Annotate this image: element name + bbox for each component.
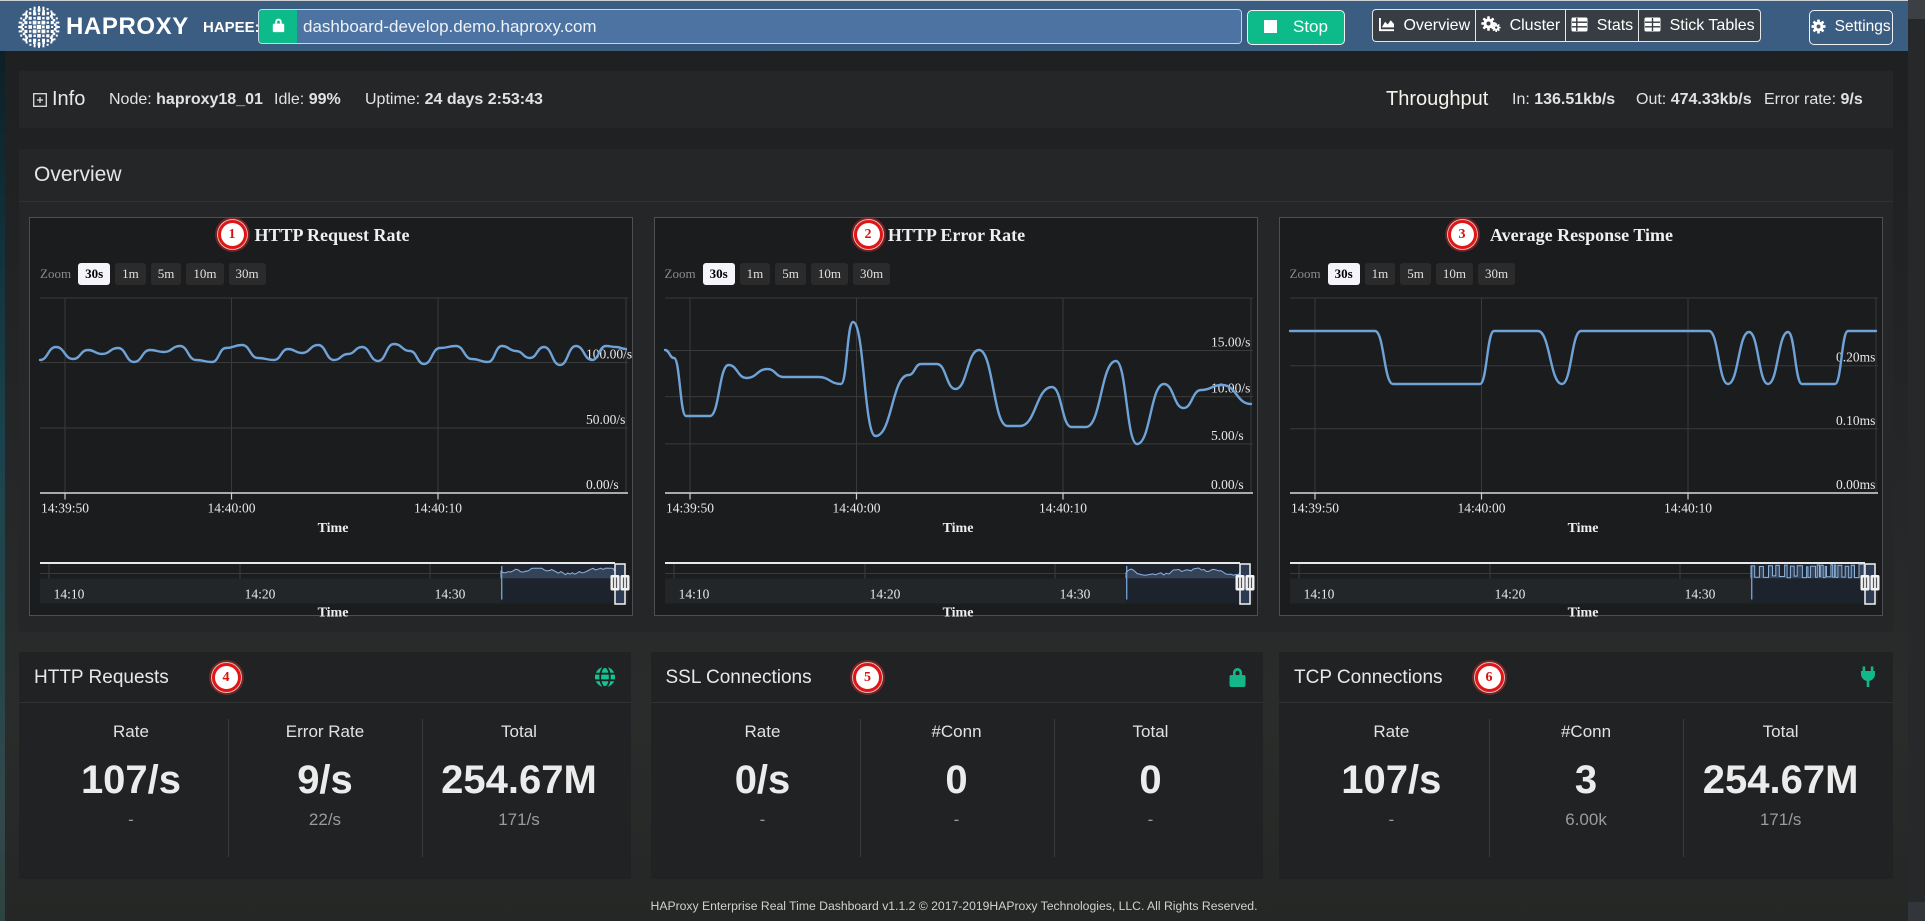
svg-text:14:40:10: 14:40:10: [1663, 501, 1711, 516]
svg-text:14:40:10: 14:40:10: [1038, 501, 1086, 516]
svg-text:14:40:00: 14:40:00: [832, 501, 880, 516]
svg-text:14:39:50: 14:39:50: [41, 501, 89, 516]
svg-text:14:30: 14:30: [1684, 587, 1715, 602]
svg-text:14:40:10: 14:40:10: [414, 501, 462, 516]
svg-text:Time: Time: [318, 521, 349, 536]
svg-text:0.00/s: 0.00/s: [1211, 477, 1244, 492]
svg-text:14:30: 14:30: [1059, 587, 1090, 602]
svg-text:14:40:00: 14:40:00: [1457, 501, 1505, 516]
svg-text:0.00ms: 0.00ms: [1836, 477, 1875, 492]
svg-text:50.00/s: 50.00/s: [586, 412, 625, 427]
svg-text:14:10: 14:10: [1303, 587, 1334, 602]
svg-text:Time: Time: [318, 606, 349, 621]
svg-text:14:20: 14:20: [869, 587, 900, 602]
svg-text:14:40:00: 14:40:00: [207, 501, 255, 516]
svg-text:0.00/s: 0.00/s: [586, 477, 619, 492]
svg-text:Time: Time: [942, 521, 973, 536]
svg-text:14:20: 14:20: [245, 587, 276, 602]
svg-text:0.10ms: 0.10ms: [1836, 413, 1875, 428]
svg-text:Time: Time: [1567, 606, 1598, 621]
svg-text:14:39:50: 14:39:50: [665, 501, 713, 516]
svg-text:Time: Time: [1567, 521, 1598, 536]
svg-text:Time: Time: [942, 606, 973, 621]
svg-text:14:10: 14:10: [678, 587, 709, 602]
svg-text:15.00/s: 15.00/s: [1211, 335, 1250, 350]
svg-text:14:10: 14:10: [54, 587, 85, 602]
svg-text:5.00/s: 5.00/s: [1211, 428, 1244, 443]
svg-text:14:39:50: 14:39:50: [1290, 501, 1338, 516]
svg-text:14:20: 14:20: [1494, 587, 1525, 602]
svg-text:14:30: 14:30: [435, 587, 466, 602]
